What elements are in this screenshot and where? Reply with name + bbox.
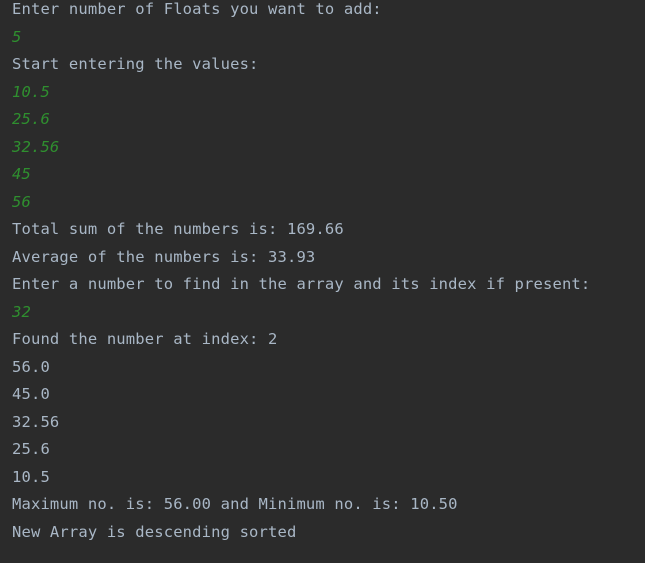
console-line-user-input: 56 bbox=[12, 192, 31, 211]
console-line-user-input: 32 bbox=[12, 302, 31, 321]
console-line-sorted-value: 56.0 bbox=[12, 357, 50, 376]
console-line-user-input: 25.6 bbox=[12, 110, 50, 128]
console-line-sorted-value: 10.5 bbox=[12, 467, 50, 486]
console-line-total-sum: Total sum of the numbers is: 169.66 bbox=[12, 220, 344, 238]
console-line-average: Average of the numbers is: 33.93 bbox=[12, 247, 316, 266]
console-line-user-input: 10.5 bbox=[12, 82, 50, 101]
console-output[interactable]: Enter number of Floats you want to add: … bbox=[0, 0, 645, 563]
console-line-sorted-value: 45.0 bbox=[12, 385, 50, 403]
console-line-user-input: 45 bbox=[12, 165, 31, 183]
console-line-user-input: 32.56 bbox=[12, 137, 60, 156]
console-line-prompt-count: Enter number of Floats you want to add: bbox=[12, 0, 382, 18]
console-line-sorted-value: 32.56 bbox=[12, 412, 60, 431]
console-line-sort-status: New Array is descending sorted bbox=[12, 522, 297, 541]
console-line-found-index: Found the number at index: 2 bbox=[12, 330, 278, 348]
console-line-sorted-value: 25.6 bbox=[12, 440, 50, 458]
console-line-prompt-search: Enter a number to find in the array and … bbox=[12, 275, 591, 293]
console-line-user-input: 5 bbox=[12, 27, 22, 46]
console-line-prompt-values: Start entering the values: bbox=[12, 55, 259, 73]
console-line-max-min: Maximum no. is: 56.00 and Minimum no. is… bbox=[12, 495, 458, 513]
